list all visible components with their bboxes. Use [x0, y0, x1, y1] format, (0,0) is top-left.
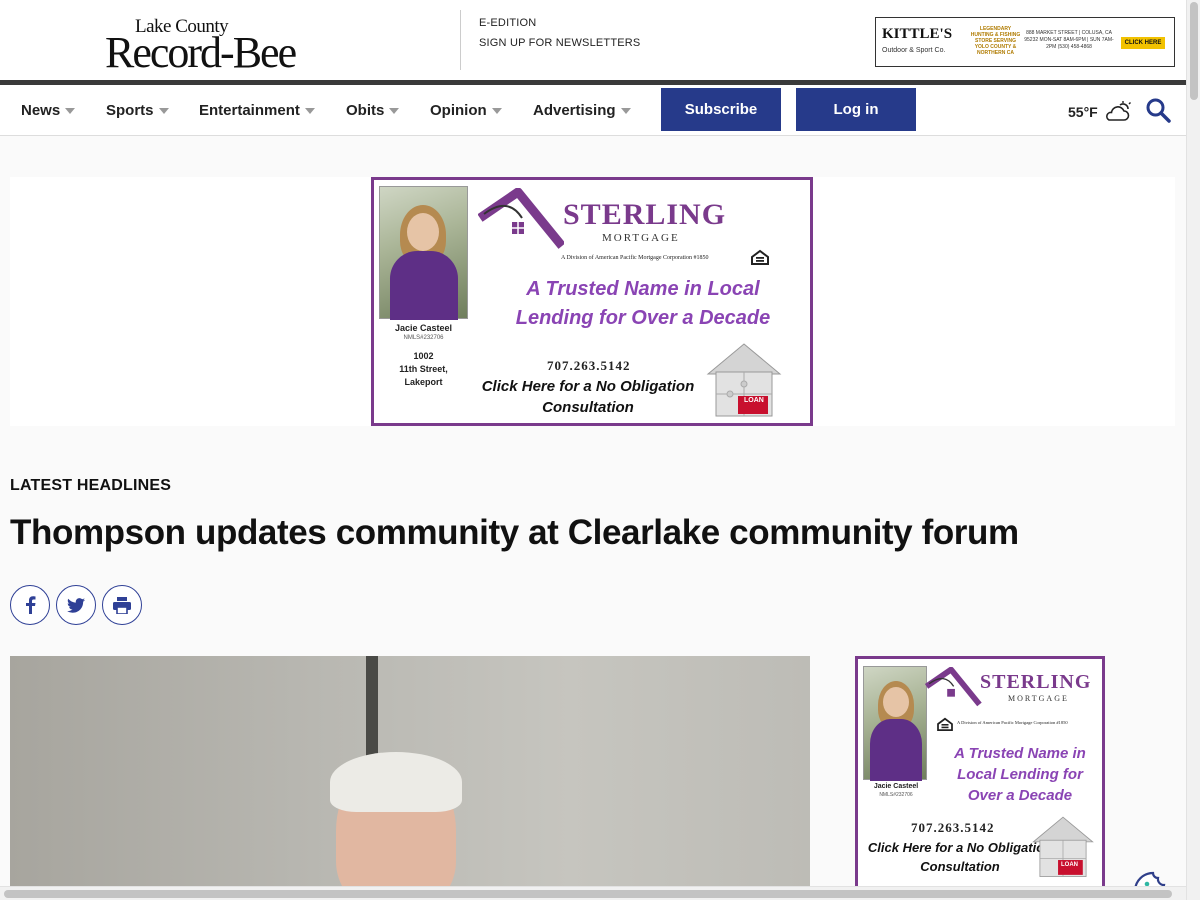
share-twitter-button[interactable]: [56, 585, 96, 625]
ad-cta[interactable]: Click Here for a No Obligation Consultat…: [478, 376, 698, 418]
chevron-down-icon: [65, 108, 76, 114]
page: Lake County Record-Bee E-EDITION SIGN UP…: [0, 0, 1200, 900]
loan-badge: LOAN: [744, 397, 764, 404]
loan-badge: LOAN: [1061, 862, 1078, 868]
equal-housing-icon: [937, 717, 953, 731]
agent-nmls: NMLS#232706: [879, 792, 913, 798]
login-button[interactable]: Log in: [796, 88, 916, 131]
weather-temp: 55°F: [1068, 104, 1098, 120]
print-icon: [113, 596, 131, 614]
puzzle-house-icon: [706, 343, 782, 417]
nav-item-obits[interactable]: Obits: [346, 102, 400, 119]
logo-main-text: Record-Bee: [105, 28, 297, 77]
e-edition-link[interactable]: E-EDITION: [479, 13, 640, 33]
weather-widget[interactable]: 55°F: [1068, 101, 1132, 123]
top-ad-brand: KITTLE'S: [882, 26, 953, 42]
sterling-mortgage-ad[interactable]: Jacie Casteel NMLS#232706 1002 11th Stre…: [371, 177, 813, 426]
equal-housing-icon: [751, 249, 769, 265]
main-nav: News Sports Entertainment Obits Opinion …: [0, 85, 1186, 136]
main-content: Jacie Casteel NMLS#232706 1002 11th Stre…: [0, 136, 1186, 900]
site-logo[interactable]: Lake County Record-Bee: [105, 14, 340, 77]
agent-photo: [863, 666, 927, 781]
nav-item-label: Obits: [346, 102, 385, 119]
section-label: LATEST HEADLINES: [10, 477, 172, 494]
horizontal-scroll-thumb[interactable]: [4, 890, 1172, 898]
ad-brand: STERLING: [563, 198, 727, 231]
house-logo-icon: [478, 188, 564, 249]
vertical-scrollbar[interactable]: [1186, 0, 1200, 900]
nav-item-label: Opinion: [430, 102, 487, 119]
horizontal-scrollbar[interactable]: [0, 886, 1186, 900]
nav-item-sports[interactable]: Sports: [106, 102, 169, 119]
subscribe-button[interactable]: Subscribe: [661, 88, 781, 131]
chevron-down-icon: [304, 108, 315, 114]
ad-brand-sub: MORTGAGE: [602, 232, 680, 244]
vertical-scroll-thumb[interactable]: [1190, 2, 1198, 100]
agent-name: Jacie Casteel: [394, 323, 453, 333]
nav-item-label: Entertainment: [199, 102, 300, 119]
chevron-down-icon: [620, 108, 631, 114]
ad-phone: 707.263.5142: [911, 820, 995, 835]
partly-cloudy-icon: [1105, 101, 1131, 121]
nav-item-advertising[interactable]: Advertising: [533, 102, 631, 119]
nav-item-news[interactable]: News: [21, 102, 76, 119]
top-banner-ad[interactable]: KITTLE'S Outdoor & Sport Co. LEGENDARY H…: [875, 17, 1175, 67]
sidebar-sterling-ad[interactable]: Jacie Casteel NMLS#232706 STERLING MORTG…: [855, 656, 1105, 900]
search-icon[interactable]: [1145, 97, 1171, 123]
chevron-down-icon: [389, 108, 400, 114]
ad-brand-sub: MORTGAGE: [1008, 694, 1069, 703]
top-ad-tagline: LEGENDARY HUNTING & FISHING STORE SERVIN…: [970, 26, 1021, 56]
print-button[interactable]: [102, 585, 142, 625]
agent-nmls: NMLS#232706: [403, 335, 444, 341]
ad-brand: STERLING: [980, 671, 1092, 693]
newsletter-signup-link[interactable]: SIGN UP FOR NEWSLETTERS: [479, 33, 640, 53]
ad-tagline: A Trusted Name in Local Lending for Over…: [954, 745, 1086, 804]
masthead-divider: [460, 10, 461, 70]
nav-item-entertainment[interactable]: Entertainment: [199, 102, 315, 119]
ad-division: A Division of American Pacific Mortgage …: [957, 720, 1068, 725]
article-headline: Thompson updates community at Clearlake …: [10, 513, 1019, 552]
facebook-icon: [26, 596, 36, 614]
nav-item-label: News: [21, 102, 61, 119]
ad-division: A Division of American Pacific Mortgage …: [561, 255, 709, 261]
leaderboard-ad-slot: Jacie Casteel NMLS#232706 1002 11th Stre…: [10, 177, 1175, 426]
puzzle-house-icon: [1032, 816, 1094, 877]
ad-phone: 707.263.5142: [547, 358, 631, 373]
agent-name: Jacie Casteel: [873, 783, 919, 790]
nav-item-label: Sports: [106, 102, 154, 119]
top-ad-brand-sub: Outdoor & Sport Co.: [882, 47, 946, 54]
agent-photo: [379, 186, 468, 320]
top-ad-address: 888 MARKET STREET | COLUSA, CA 95232 MON…: [1024, 30, 1114, 50]
top-ad-cta[interactable]: CLICK HERE: [1121, 37, 1165, 49]
twitter-icon: [67, 597, 85, 613]
share-facebook-button[interactable]: [10, 585, 50, 625]
nav-item-opinion[interactable]: Opinion: [430, 102, 502, 119]
chevron-down-icon: [158, 108, 169, 114]
agent-address: 1002 11th Street, Lakeport: [399, 351, 448, 387]
top-links: E-EDITION SIGN UP FOR NEWSLETTERS: [479, 13, 640, 53]
article-hero-image[interactable]: [10, 656, 810, 900]
chevron-down-icon: [491, 108, 502, 114]
house-logo-icon: [924, 667, 982, 707]
masthead: Lake County Record-Bee E-EDITION SIGN UP…: [0, 0, 1186, 80]
ad-tagline: A Trusted Name in Local Lending for Over…: [515, 278, 771, 329]
nav-item-label: Advertising: [533, 102, 616, 119]
hero-subject-hair: [330, 752, 462, 812]
